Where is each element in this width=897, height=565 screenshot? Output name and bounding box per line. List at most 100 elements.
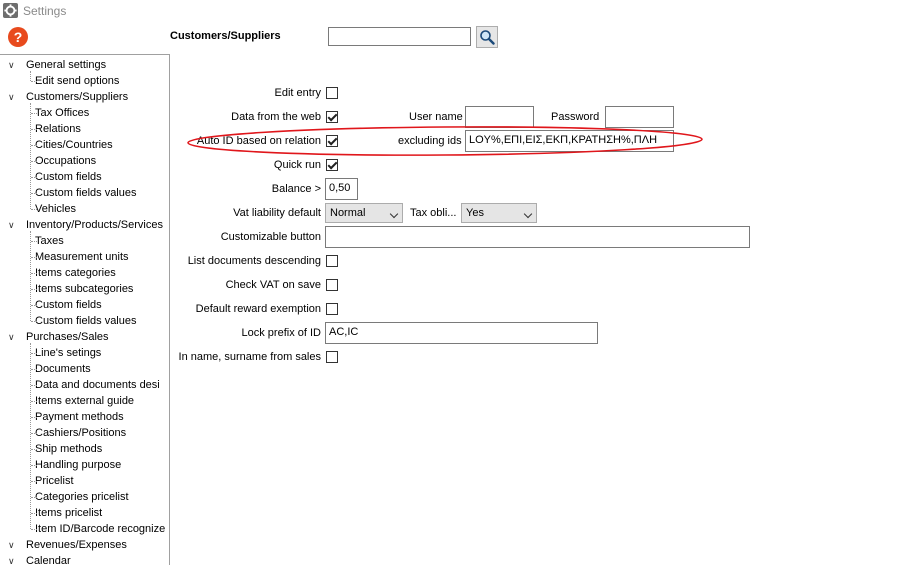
tax-obligation-label: Tax obli... [410, 207, 457, 219]
customizable-button-label: Customizable button [220, 231, 321, 243]
tree-node[interactable]: ∨ Revenues/Expenses [8, 537, 127, 553]
tree-node[interactable]: ∨ Purchases/Sales [8, 329, 109, 345]
tree-node[interactable]: ∨ Calendar [8, 553, 71, 565]
window-title: Settings [23, 4, 67, 18]
gear-icon [3, 3, 18, 18]
chevron-down-icon[interactable]: ∨ [8, 329, 18, 345]
check-vat-label: Check VAT on save [225, 279, 321, 291]
tree-item-label: Revenues/Expenses [26, 539, 127, 551]
tree-item-label: Documents [35, 363, 91, 375]
tree-item-label: Inventory/Products/Services [26, 219, 163, 231]
quick-run-checkbox[interactable] [326, 159, 338, 171]
tree-item-label: Pricelist [35, 475, 74, 487]
quick-run-label: Quick run [273, 159, 321, 171]
tree-item-label: Occupations [35, 155, 97, 167]
vat-liability-value: Normal [330, 207, 366, 219]
data-from-web-label: Data from the web [231, 111, 321, 123]
tree-connector [30, 103, 31, 209]
tree-item[interactable]: Custom fields [31, 169, 102, 185]
title-bar: Settings [0, 0, 897, 22]
list-docs-desc-label: List documents descending [187, 255, 321, 267]
user-name-input[interactable] [465, 106, 534, 128]
check-vat-checkbox[interactable] [326, 279, 338, 291]
balance-label: Balance > [271, 183, 321, 195]
tax-obligation-value: Yes [466, 207, 484, 219]
tree-item-label: Vehicles [35, 203, 76, 215]
tree-item-label: Items categories [35, 267, 116, 279]
tree-item-label: Custom fields values [35, 315, 137, 327]
tree-item[interactable]: Documents [31, 361, 91, 377]
question-icon[interactable]: ? [8, 27, 28, 47]
balance-input[interactable]: 0,50 [325, 178, 358, 200]
edit-entry-label: Edit entry [274, 87, 321, 99]
password-input[interactable] [605, 106, 674, 128]
tree-item-label: Cashiers/Positions [35, 427, 127, 439]
tree-item[interactable]: Vehicles [31, 201, 76, 217]
tree-item-label: Calendar [26, 555, 71, 565]
search-input[interactable] [328, 27, 471, 46]
tree-item-label: Edit send options [35, 75, 120, 87]
tree-connector [30, 343, 31, 529]
tree-item[interactable]: Occupations [30, 153, 97, 169]
tree-item[interactable]: Line's setings [30, 345, 101, 361]
chevron-down-icon[interactable]: ∨ [8, 537, 18, 553]
tree-item[interactable]: Relations [31, 121, 81, 137]
tree-item[interactable]: Items external guide [30, 393, 135, 409]
tree-item[interactable]: Custom fields [31, 297, 102, 313]
tree-item-label: Handling purpose [35, 459, 122, 471]
data-from-web-checkbox[interactable] [326, 111, 338, 123]
chevron-down-icon [523, 209, 533, 219]
tree-item[interactable]: Handling purpose [30, 457, 122, 473]
in-name-surname-label: In name, surname from sales [178, 351, 321, 363]
tree-item-label: General settings [26, 59, 107, 71]
tree-item[interactable]: Data and documents desi [31, 377, 160, 393]
magnifier-icon [480, 30, 495, 45]
tree-item-label: Categories pricelist [35, 491, 129, 503]
lock-prefix-input[interactable]: AC,IC [325, 322, 598, 344]
chevron-down-icon[interactable]: ∨ [8, 57, 18, 73]
in-name-surname-checkbox[interactable] [326, 351, 338, 363]
tree-item-label: Purchases/Sales [26, 331, 109, 343]
tree-item-label: Ship methods [35, 443, 103, 455]
lock-prefix-label: Lock prefix of ID [241, 327, 321, 339]
tree-item-label: Custom fields [35, 299, 102, 311]
section-title: Customers/Suppliers [170, 30, 281, 42]
customizable-button-input[interactable] [325, 226, 750, 248]
tree-item[interactable]: Pricelist [31, 473, 74, 489]
auto-id-label: Auto ID based on relation [196, 135, 321, 147]
auto-id-checkbox[interactable] [326, 135, 338, 147]
tree-item-label: Taxes [35, 235, 64, 247]
tree-item[interactable]: Taxes [31, 233, 64, 249]
tree-item-label: Tax Offices [35, 107, 90, 119]
tree-item-label: Item ID/Barcode recognize [35, 523, 166, 535]
tree-item[interactable]: Tax Offices [30, 105, 90, 121]
search-button[interactable] [476, 26, 498, 48]
tree-item[interactable]: Items pricelist [30, 505, 103, 521]
tree-node[interactable]: ∨ General settings [8, 57, 106, 73]
tree-item-label: Relations [35, 123, 81, 135]
vat-liability-select[interactable]: Normal [325, 203, 403, 223]
password-label: Password [551, 111, 600, 123]
default-reward-checkbox[interactable] [326, 303, 338, 315]
tree-item[interactable]: Ship methods [30, 441, 103, 457]
tree-item[interactable]: Payment methods [31, 409, 124, 425]
tree-item-label: Items pricelist [35, 507, 103, 519]
tree-item-label: Items external guide [35, 395, 135, 407]
chevron-down-icon [389, 209, 399, 219]
chevron-down-icon[interactable]: ∨ [8, 553, 18, 565]
tree-connector [30, 71, 31, 81]
tree-item-label: Payment methods [35, 411, 124, 423]
tree-item-label: Custom fields [35, 171, 102, 183]
tree-item-label: Data and documents desi [35, 379, 160, 391]
tax-obligation-select[interactable]: Yes [461, 203, 537, 223]
tree-connector [30, 231, 31, 321]
chevron-down-icon[interactable]: ∨ [8, 89, 18, 105]
excluding-ids-input[interactable]: LOY%,ΕΠΙ,ΕΙΣ,ΕΚΠ,ΚΡΑΤΗΣΗ%,ΠΛΗ [465, 130, 674, 152]
tree-item[interactable]: Cashiers/Positions [30, 425, 127, 441]
chevron-down-icon[interactable]: ∨ [8, 217, 18, 233]
tree-item[interactable]: Categories pricelist [31, 489, 129, 505]
edit-entry-checkbox[interactable] [326, 87, 338, 99]
tree-item[interactable]: Item ID/Barcode recognize [30, 521, 166, 537]
list-docs-desc-checkbox[interactable] [326, 255, 338, 267]
excluding-ids-label: excluding ids [398, 135, 462, 147]
